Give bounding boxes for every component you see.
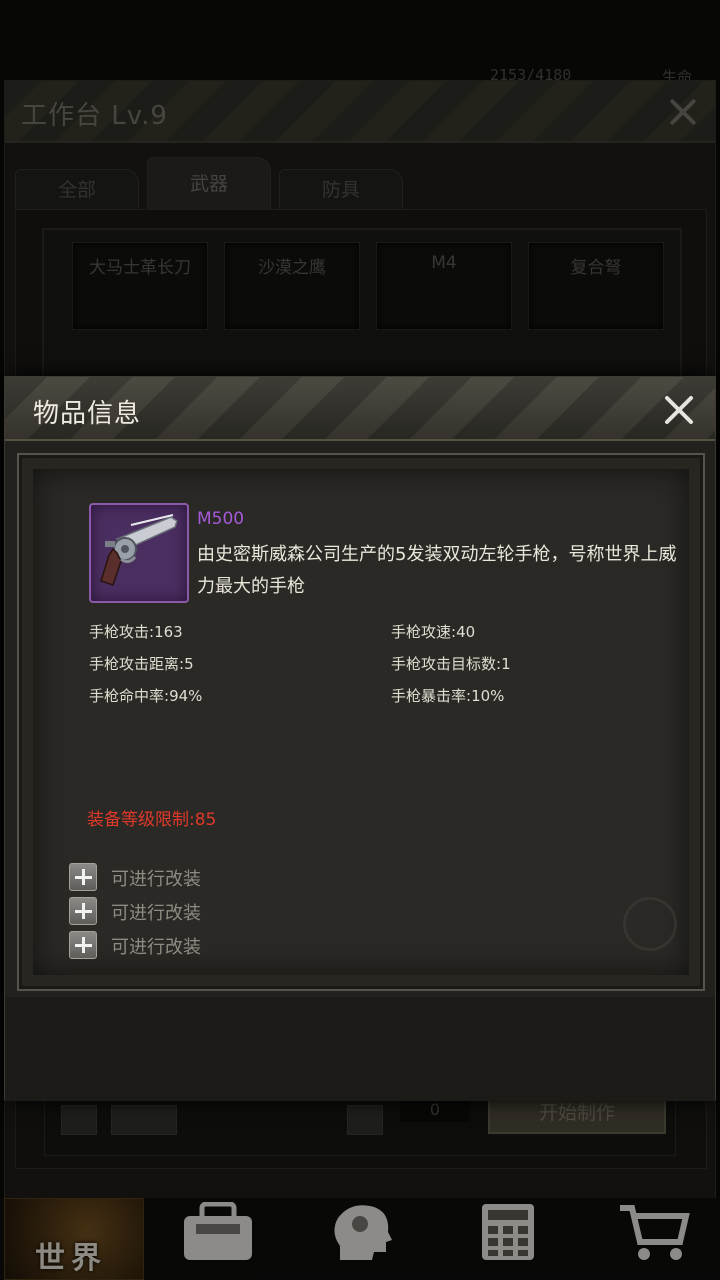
plus-icon[interactable] (69, 931, 97, 959)
plus-icon[interactable] (69, 863, 97, 891)
mod-slot-label: 可进行改装 (111, 903, 201, 924)
revolver-icon (100, 514, 178, 586)
stat-pistol-targets: 手枪攻击目标数:1 (391, 653, 511, 674)
mod-slot-label: 可进行改装 (111, 937, 201, 958)
stat-label: 手枪攻击: (89, 623, 155, 641)
stat-label: 手枪攻击目标数: (391, 655, 502, 673)
stat-label: 手枪命中率: (89, 687, 170, 705)
stat-pistol-attack: 手枪攻击:163 (89, 621, 183, 642)
item-slot (89, 503, 189, 603)
radiation-watermark-icon (623, 897, 677, 951)
item-info-body: M500 由史密斯威森公司生产的5发装双动左轮手枪，号称世界上威力最大的手枪 手… (33, 469, 689, 975)
item-description: 由史密斯威森公司生产的5发装双动左轮手枪，号称世界上威力最大的手枪 (197, 544, 677, 597)
level-requirement: 装备等级限制:85 (87, 805, 216, 830)
stat-value: 5 (184, 655, 194, 673)
stat-label: 手枪攻击距离: (89, 655, 185, 673)
stat-value: 1 (501, 655, 511, 673)
stat-value: 163 (154, 623, 183, 641)
item-info-footer (5, 997, 715, 1101)
close-icon[interactable] (661, 391, 697, 427)
stat-pistol-accuracy: 手枪命中率:94% (89, 685, 202, 706)
stat-value: 94% (169, 687, 203, 705)
item-info-dialog: 物品信息 M500 由史密斯威森公司生产的5发装双动左轮手枪，号称世界上威力最大… (4, 376, 716, 1101)
stat-value: 40 (456, 623, 476, 641)
stat-value: 10% (471, 687, 505, 705)
stat-label: 手枪暴击率: (391, 687, 472, 705)
requirement-label: 装备等级限制: (87, 810, 195, 830)
stat-pistol-crit-rate: 手枪暴击率:10% (391, 685, 504, 706)
item-name: M500 (197, 509, 245, 529)
requirement-value: 85 (194, 810, 217, 830)
item-info-title: 物品信息 (33, 399, 142, 429)
stat-pistol-range: 手枪攻击距离:5 (89, 653, 194, 674)
stat-pistol-attack-speed: 手枪攻速:40 (391, 621, 475, 642)
item-info-header: 物品信息 (5, 377, 715, 441)
mod-slot-label: 可进行改装 (111, 869, 201, 890)
plus-icon[interactable] (69, 897, 97, 925)
item-info-card: M500 由史密斯威森公司生产的5发装双动左轮手枪，号称世界上威力最大的手枪 手… (17, 453, 705, 991)
stat-label: 手枪攻速: (391, 623, 457, 641)
